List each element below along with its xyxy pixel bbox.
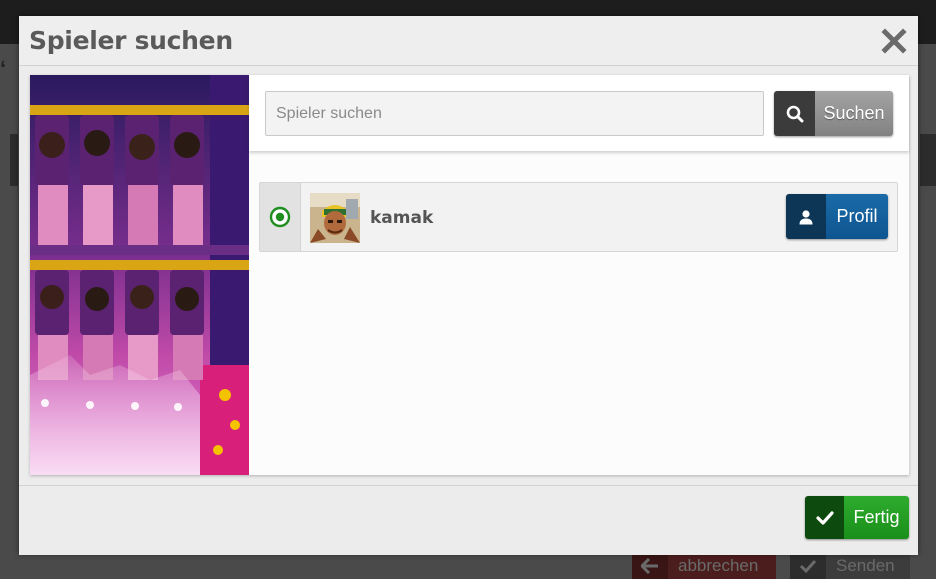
check-icon	[805, 496, 844, 539]
user-icon	[786, 194, 826, 239]
profile-button-label: Profil	[826, 194, 888, 239]
avatar	[310, 193, 360, 243]
search-button-label: Suchen	[815, 91, 893, 136]
player-name: kamak	[370, 208, 434, 228]
background-panel-left	[10, 134, 18, 186]
search-bar: Suchen	[249, 75, 909, 151]
list-item: kamak Profil	[259, 182, 898, 252]
check-icon	[790, 552, 826, 579]
close-icon[interactable]	[881, 28, 907, 54]
player-select-radio[interactable]	[260, 183, 301, 251]
background-send-label: Senden	[836, 555, 895, 575]
dialog-title: Spieler suchen	[29, 26, 233, 55]
background-panel-right	[920, 134, 936, 186]
dialog-header: Spieler suchen	[19, 16, 918, 66]
background-send-button: Senden	[790, 552, 910, 579]
background-cancel-button: abbrechen	[632, 552, 776, 579]
done-button-label: Fertig	[844, 496, 909, 539]
search-icon	[774, 91, 815, 136]
player-search-dialog: Spieler suchen Spieler suchen Suchen kam…	[19, 16, 918, 555]
search-button[interactable]: Suchen	[774, 91, 893, 136]
search-input[interactable]	[265, 91, 764, 136]
arrow-left-icon	[632, 552, 668, 579]
radio-selected-icon	[269, 206, 291, 228]
dialog-footer: Fertig	[19, 485, 918, 555]
dialog-body: Suchen	[30, 75, 909, 475]
profile-button[interactable]: Profil	[786, 194, 888, 239]
search-content: Suchen	[249, 75, 909, 475]
done-button[interactable]: Fertig	[805, 496, 909, 539]
decorative-photo	[30, 75, 249, 475]
background-cancel-label: abbrechen	[678, 555, 759, 575]
background-text-fragment: ʻ	[0, 56, 7, 81]
